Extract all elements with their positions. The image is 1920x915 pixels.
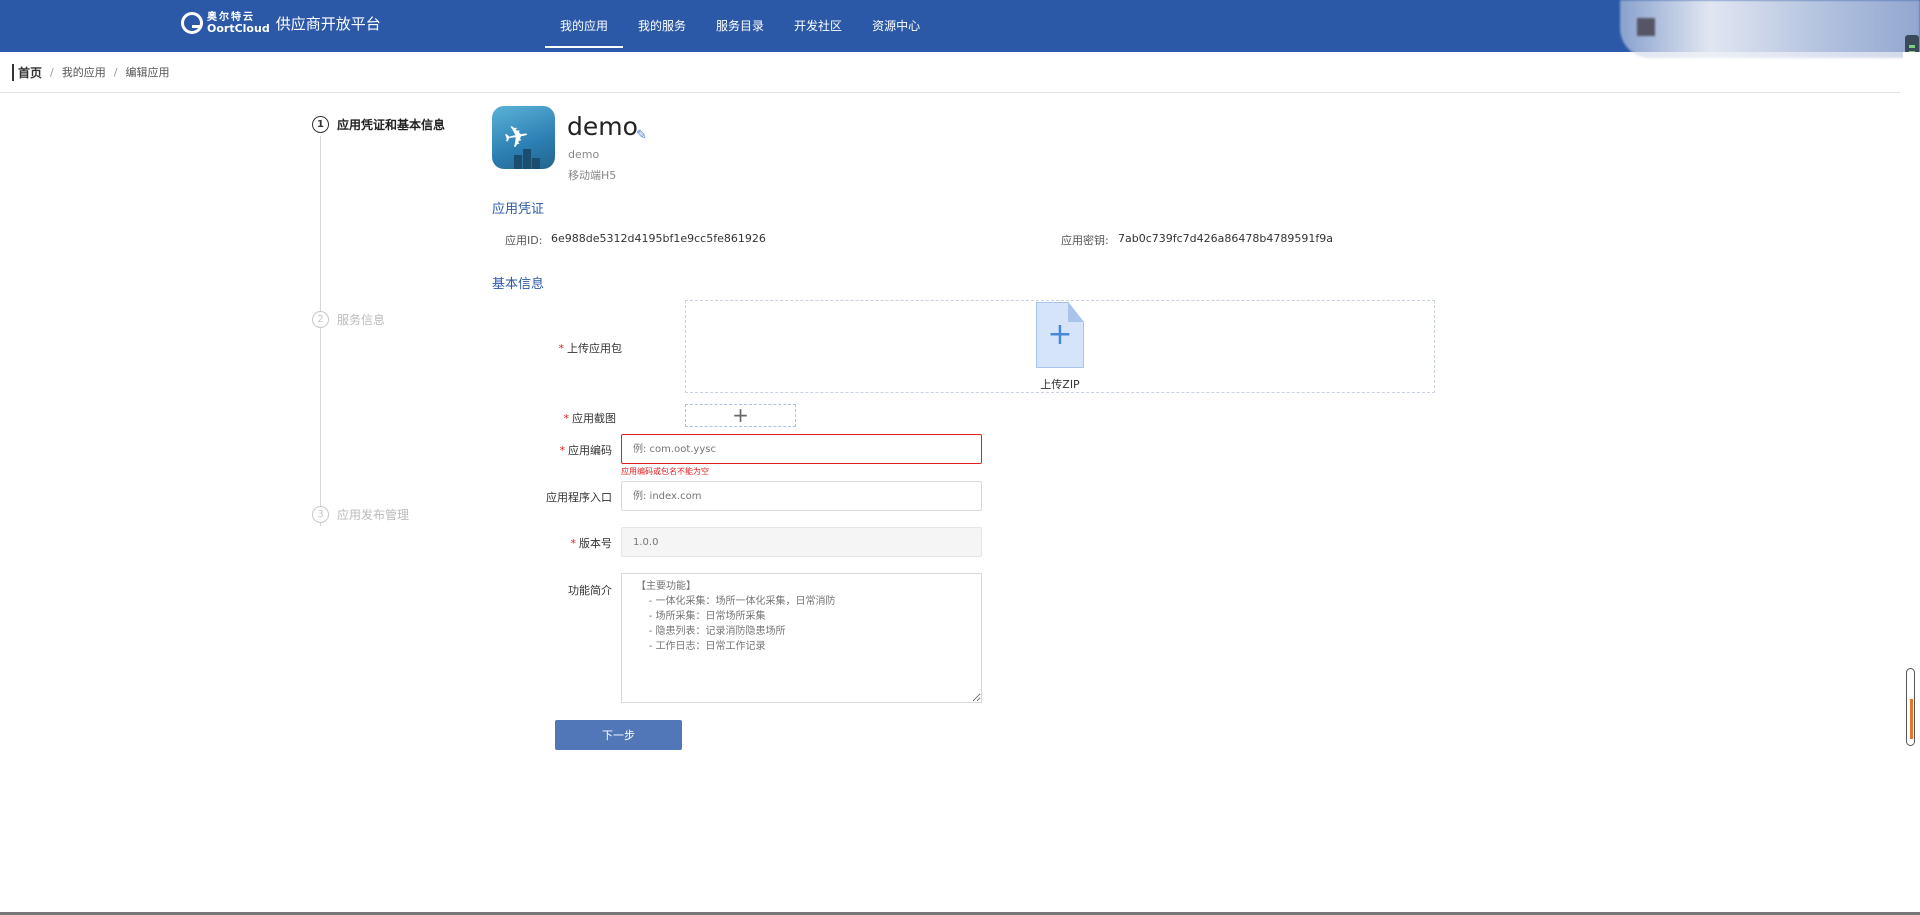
required-mark: * xyxy=(559,444,566,457)
breadcrumb-home[interactable]: 首页 xyxy=(12,63,42,81)
upload-package-label-text: 上传应用包 xyxy=(567,342,622,355)
app-secret-label: 应用密钥: xyxy=(1061,234,1109,247)
plus-icon: + xyxy=(1047,317,1073,352)
step-3: 3 应用发布管理 xyxy=(312,506,409,523)
description-label: 功能简介 xyxy=(568,584,612,597)
scrollbar-thumb[interactable] xyxy=(1906,668,1915,746)
screenshot-upload-button[interactable]: + xyxy=(685,404,796,427)
entry-input[interactable] xyxy=(621,481,982,511)
app-id-value: 6e988de5312d4195bf1e9cc5fe861926 xyxy=(551,232,766,245)
description-textarea[interactable] xyxy=(621,573,982,703)
app-icon: ✈ xyxy=(492,106,555,169)
brand-logo[interactable]: 奥尔特云 OortCloud 供应商开放平台 xyxy=(181,12,381,34)
app-name: demo xyxy=(567,112,638,141)
nav-resource-center[interactable]: 资源中心 xyxy=(857,0,935,52)
upload-zip-dropzone[interactable]: + 上传ZIP xyxy=(685,300,1435,393)
step-1: 1 应用凭证和基本信息 xyxy=(312,116,445,133)
upload-zip-text: 上传ZIP xyxy=(1040,378,1080,391)
nav-my-services[interactable]: 我的服务 xyxy=(623,0,701,52)
app-code-error-text: 应用编码或包名不能为空 xyxy=(621,467,709,476)
screenshot-label-text: 应用截图 xyxy=(572,412,616,425)
app-secret-value: 7ab0c739fc7d426a86478b4789591f9a xyxy=(1118,232,1333,245)
logo-en: OortCloud xyxy=(207,22,270,35)
required-mark: * xyxy=(570,537,577,550)
app-code-label-text: 应用编码 xyxy=(568,444,612,457)
logo-text: 奥尔特云 OortCloud xyxy=(207,12,270,34)
step-3-number: 3 xyxy=(312,506,329,523)
top-navbar: 奥尔特云 OortCloud 供应商开放平台 我的应用 我的服务 服务目录 开发… xyxy=(0,0,1920,58)
app-code-text: demo xyxy=(568,148,600,161)
step-1-label: 应用凭证和基本信息 xyxy=(337,118,446,132)
page-scrollbar[interactable] xyxy=(1903,52,1920,915)
basic-info-section-title: 基本信息 xyxy=(492,277,545,292)
building-icon xyxy=(514,155,522,169)
step-3-label: 应用发布管理 xyxy=(337,508,410,522)
breadcrumb: 首页 / 我的应用 / 编辑应用 xyxy=(0,52,1900,93)
breadcrumb-separator: / xyxy=(113,65,118,79)
building-icon xyxy=(532,158,540,169)
nav-my-apps[interactable]: 我的应用 xyxy=(545,0,624,48)
entry-label: 应用程序入口 xyxy=(546,491,612,504)
app-type-text: 移动端H5 xyxy=(568,169,617,182)
version-input xyxy=(621,527,982,557)
platform-name: 供应商开放平台 xyxy=(275,14,381,33)
screenshot-label: * 应用截图 xyxy=(496,410,617,426)
breadcrumb-edit-app: 编辑应用 xyxy=(125,66,170,79)
breadcrumb-separator: / xyxy=(50,65,54,79)
required-mark: * xyxy=(563,412,570,425)
breadcrumb-my-apps[interactable]: 我的应用 xyxy=(62,64,106,80)
next-step-button[interactable]: 下一步 xyxy=(555,720,682,750)
app-code-input[interactable] xyxy=(621,434,982,464)
required-mark: * xyxy=(558,342,565,355)
version-label: * 版本号 xyxy=(492,535,613,551)
step-connector-line xyxy=(320,136,321,526)
user-area-blurred[interactable] xyxy=(1620,0,1920,58)
credentials-section-title: 应用凭证 xyxy=(492,202,545,217)
edit-pencil-icon[interactable]: ✎ xyxy=(636,128,648,143)
logo-mark-icon xyxy=(181,12,203,34)
building-icon xyxy=(523,149,531,169)
step-1-number: 1 xyxy=(312,116,329,133)
step-2: 2 服务信息 xyxy=(312,311,385,328)
nav-service-catalog[interactable]: 服务目录 xyxy=(701,0,779,52)
avatar xyxy=(1637,18,1655,36)
step-2-number: 2 xyxy=(312,311,329,328)
upload-package-label: * 上传应用包 xyxy=(502,340,623,356)
app-id-label: 应用ID: xyxy=(505,234,543,247)
app-code-label: * 应用编码 xyxy=(492,442,613,458)
nav-dev-community[interactable]: 开发社区 xyxy=(779,0,857,52)
step-2-label: 服务信息 xyxy=(337,313,386,327)
main-nav: 我的应用 我的服务 服务目录 开发社区 资源中心 xyxy=(545,0,935,52)
version-label-text: 版本号 xyxy=(579,537,612,550)
